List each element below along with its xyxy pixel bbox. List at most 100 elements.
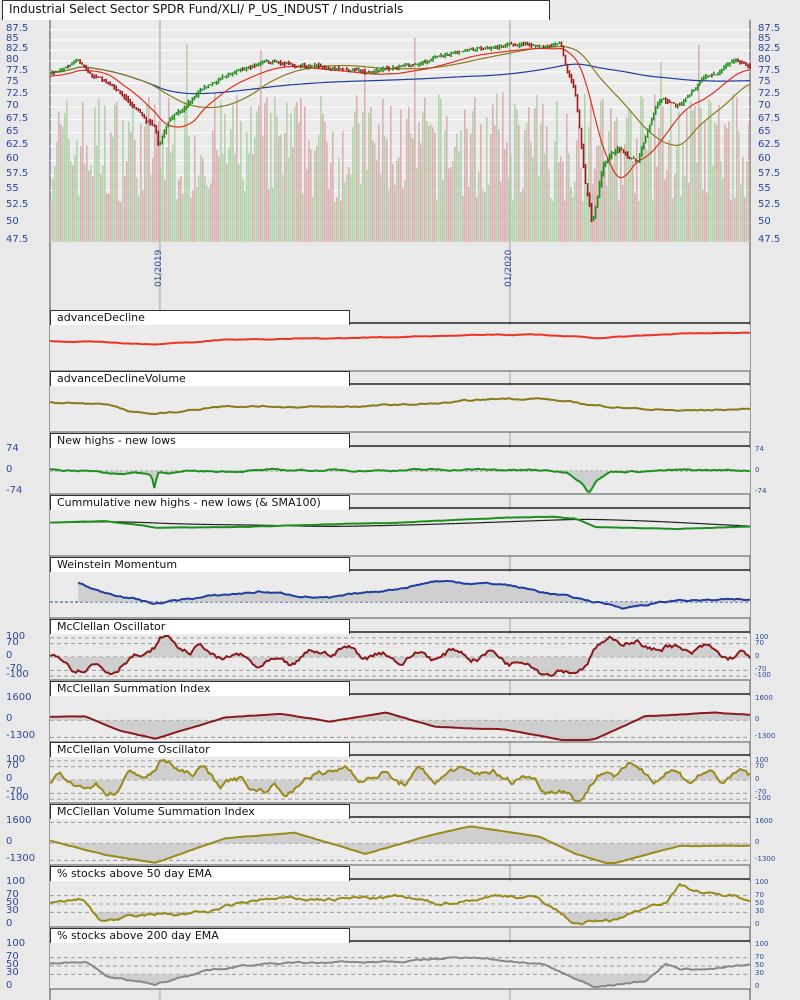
volume-bar (412, 138, 414, 242)
volume-bar (556, 101, 558, 242)
volume-bar (518, 125, 520, 242)
volume-bar (678, 111, 680, 242)
volume-bar (100, 174, 102, 242)
price-ytick-left: 72.5 (6, 87, 29, 99)
volume-bar (194, 135, 196, 242)
indicator-ytick-right: 100 (755, 940, 769, 948)
price-ytick-right: 82.5 (758, 43, 781, 55)
volume-bar (128, 121, 130, 242)
indicator-ytick-right: 70 (755, 890, 764, 899)
volume-bar (470, 133, 472, 242)
volume-bar (732, 93, 734, 242)
volume-bar (416, 168, 418, 242)
volume-bar (376, 159, 378, 242)
indicator-ytick-right: -1300 (755, 732, 776, 741)
volume-bar (384, 135, 386, 242)
indicator-ytick-left: 70 (6, 636, 19, 648)
price-ytick-left: 52.5 (6, 199, 29, 211)
volume-bar (332, 131, 334, 242)
volume-bar (352, 127, 354, 242)
price-ytick-left: 77.5 (6, 64, 29, 76)
indicator-ytick-right: 0 (755, 466, 760, 474)
volume-bar (610, 108, 612, 243)
volume-bar (626, 117, 628, 242)
volume-bar (510, 154, 512, 242)
price-ytick-left: 67.5 (6, 112, 29, 124)
volume-bar (710, 101, 712, 242)
volume-bar (336, 197, 338, 242)
volume-bar (178, 179, 180, 242)
volume-bar (106, 193, 108, 242)
volume-bar (354, 111, 356, 242)
volume-bar (68, 138, 70, 242)
volume-bar (60, 124, 62, 242)
volume-bar (176, 199, 178, 242)
volume-bar (80, 146, 82, 242)
volume-bar (622, 184, 624, 242)
indicator-ytick-left: -100 (6, 669, 29, 681)
indicator-ytick-right: 30 (755, 907, 764, 916)
indicator-title: McClellan Summation Index (50, 681, 350, 696)
volume-bar (152, 158, 154, 242)
volume-bar (174, 118, 176, 242)
volume-bar (76, 140, 78, 242)
volume-bar (326, 142, 328, 242)
volume-bar (496, 93, 498, 242)
volume-bar (718, 104, 720, 242)
volume-bar (104, 105, 106, 242)
volume-bar (380, 173, 382, 242)
indicator-ytick-left: 0 (6, 836, 13, 848)
volume-bar (432, 127, 434, 242)
volume-bar (438, 94, 440, 243)
price-ytick-right: 77.5 (758, 64, 781, 76)
volume-bar (656, 166, 658, 242)
indicator-title: McClellan Volume Summation Index (50, 804, 350, 819)
volume-bar (120, 201, 122, 242)
volume-bar (666, 169, 668, 242)
indicator-ytick-right: 0 (755, 775, 760, 783)
volume-bar (676, 145, 678, 242)
volume-bar (270, 112, 272, 243)
volume-bar (112, 136, 114, 242)
volume-bar (488, 184, 490, 242)
indicator-ytick-right: 0 (755, 652, 760, 660)
volume-bar (314, 150, 316, 242)
volume-bar (410, 133, 412, 242)
volume-bar (466, 128, 468, 242)
volume-bar (250, 105, 252, 242)
volume-bar (444, 130, 446, 242)
volume-bar (684, 175, 686, 242)
volume-bar (192, 190, 194, 242)
volume-bar (260, 50, 262, 243)
price-ytick-right: 57.5 (758, 168, 781, 180)
volume-bar (168, 97, 170, 242)
volume-bar (210, 183, 212, 242)
volume-bar (668, 139, 670, 242)
volume-bar (286, 102, 288, 242)
volume-bar (424, 97, 426, 243)
volume-bar (182, 193, 184, 242)
volume-bar (662, 106, 664, 243)
volume-bar (184, 101, 186, 243)
volume-bar (728, 121, 730, 242)
volume-bar (360, 184, 362, 242)
volume-bar (62, 126, 64, 242)
volume-bar (686, 109, 688, 242)
volume-bar (536, 94, 538, 242)
volume-bar (246, 132, 248, 242)
volume-bar (344, 183, 346, 242)
volume-bar (704, 120, 706, 242)
volume-bar (492, 104, 494, 242)
volume-bar (406, 119, 408, 242)
price-ytick-right: 47.5 (758, 234, 781, 245)
volume-bar (292, 146, 294, 242)
volume-bar (330, 163, 332, 242)
volume-bar (222, 153, 224, 242)
volume-bar (422, 112, 424, 242)
volume-bar (614, 120, 616, 242)
volume-bar (258, 105, 260, 242)
indicator-title: Cummulative new highs - new lows (& SMA1… (50, 495, 350, 510)
volume-bar (320, 96, 322, 243)
volume-bar (482, 189, 484, 242)
volume-bar (294, 106, 296, 243)
